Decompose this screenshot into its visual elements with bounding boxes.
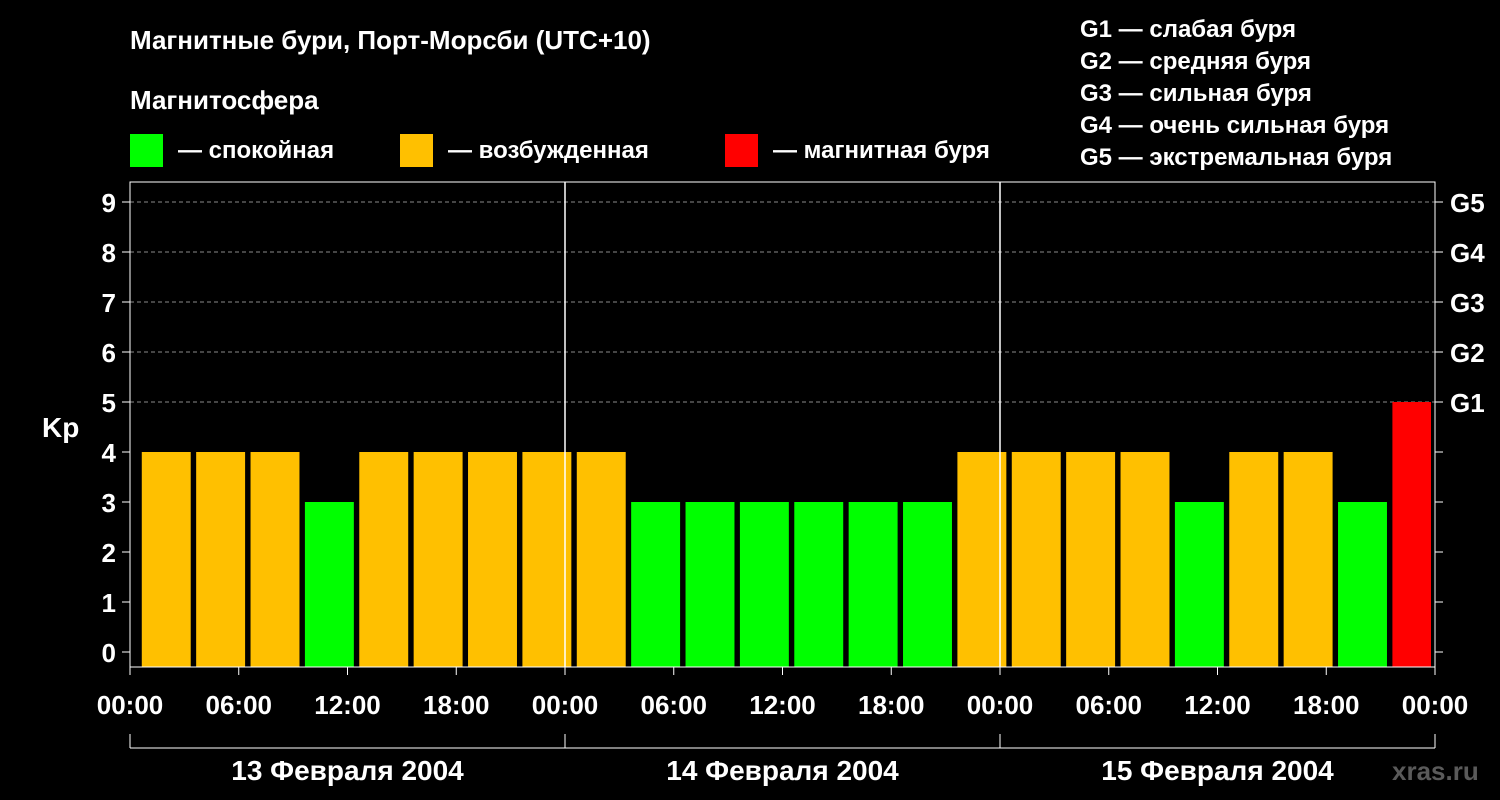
x-tick-label-2: 12:00 xyxy=(314,690,381,720)
x-tick-label-12: 00:00 xyxy=(1402,690,1469,720)
x-tick-label-7: 18:00 xyxy=(858,690,925,720)
y-tick-label-8: 8 xyxy=(102,238,116,268)
x-tick-label-1: 06:00 xyxy=(206,690,273,720)
day-label-0: 13 Февраля 2004 xyxy=(231,755,464,786)
bar-10 xyxy=(685,502,735,667)
legend-title: Магнитосфера xyxy=(130,85,319,115)
g-tick-label-3: G4 xyxy=(1450,238,1485,268)
watermark: xras.ru xyxy=(1392,756,1479,786)
x-tick-label-5: 06:00 xyxy=(641,690,708,720)
x-tick-label-8: 00:00 xyxy=(967,690,1034,720)
x-tick-label-6: 12:00 xyxy=(749,690,816,720)
y-tick-label-5: 5 xyxy=(102,388,116,418)
bar-22 xyxy=(1338,502,1387,667)
x-tick-label-0: 00:00 xyxy=(97,690,164,720)
legend-label-2: — магнитная буря xyxy=(773,137,990,164)
bar-4 xyxy=(359,452,409,667)
legend: — спокойная — возбужденная — магнитная бур… xyxy=(130,134,990,167)
y-tick-label-0: 0 xyxy=(102,638,116,668)
x-tick-label-10: 12:00 xyxy=(1184,690,1251,720)
bar-1 xyxy=(196,452,246,667)
legend-label-1: — возбужденная xyxy=(448,137,649,164)
g-legend-item-3: G4 — очень сильная буря xyxy=(1080,112,1389,139)
bar-11 xyxy=(739,502,789,667)
bar-15 xyxy=(957,452,1007,667)
bar-9 xyxy=(631,502,681,667)
bar-0 xyxy=(141,452,191,667)
legend-swatch-1 xyxy=(400,134,433,167)
day-labels: 13 Февраля 2004 14 Февраля 2004 15 Февраля… xyxy=(129,734,1436,786)
bar-12 xyxy=(794,502,844,667)
g-axis: G1 G2 G3 G4 G5 xyxy=(1435,188,1485,653)
grid xyxy=(130,201,1435,403)
y-tick-label-4: 4 xyxy=(102,438,117,468)
x-tick-label-9: 06:00 xyxy=(1076,690,1143,720)
y-tick-label-6: 6 xyxy=(102,338,116,368)
x-tick-label-4: 00:00 xyxy=(532,690,599,720)
y-tick-label-3: 3 xyxy=(102,488,116,518)
g-tick-label-4: G5 xyxy=(1450,188,1485,218)
bar-8 xyxy=(576,452,626,667)
bar-19 xyxy=(1174,502,1224,667)
g-legend-item-2: G3 — сильная буря xyxy=(1080,80,1312,107)
bars xyxy=(141,402,1431,667)
legend-swatch-2 xyxy=(725,134,758,167)
bar-6 xyxy=(468,452,517,667)
bar-3 xyxy=(304,502,354,667)
bar-17 xyxy=(1066,452,1116,667)
bar-20 xyxy=(1229,452,1279,667)
bar-14 xyxy=(903,502,952,667)
y-axis-label: Kp xyxy=(42,412,79,443)
y-axis: 0 1 2 3 4 5 6 7 8 9 xyxy=(102,188,130,668)
x-axis: 00:00 06:00 12:00 18:00 00:00 06:00 12:00 18:00… xyxy=(97,667,1469,720)
y-tick-label-1: 1 xyxy=(102,588,116,618)
x-tick-label-3: 18:00 xyxy=(423,690,490,720)
g-tick-label-1: G2 xyxy=(1450,338,1485,368)
y-tick-label-2: 2 xyxy=(102,538,116,568)
bar-7 xyxy=(522,452,572,667)
g-tick-label-0: G1 xyxy=(1450,388,1485,418)
chart-title: Магнитные бури, Порт-Морсби (UTC+10) xyxy=(130,25,651,55)
g-legend-item-1: G2 — средняя буря xyxy=(1080,48,1311,75)
bar-16 xyxy=(1011,452,1061,667)
day-label-2: 15 Февраля 2004 xyxy=(1101,755,1334,786)
y-tick-label-7: 7 xyxy=(102,288,116,318)
bar-5 xyxy=(413,452,463,667)
bar-21 xyxy=(1283,452,1333,667)
legend-swatch-0 xyxy=(130,134,163,167)
bar-13 xyxy=(848,502,898,667)
g-scale-legend: G1 — слабая буря G2 — средняя буря G3 — си… xyxy=(1080,16,1392,171)
x-tick-label-11: 18:00 xyxy=(1293,690,1360,720)
bar-18 xyxy=(1120,452,1170,667)
legend-label-0: — спокойная xyxy=(178,137,334,164)
y-tick-label-9: 9 xyxy=(102,188,116,218)
kp-chart: Магнитные бури, Порт-Морсби (UTC+10) Маг… xyxy=(42,16,1485,786)
bar-23 xyxy=(1392,402,1431,667)
g-legend-item-4: G5 — экстремальная буря xyxy=(1080,144,1392,171)
bar-2 xyxy=(250,452,300,667)
day-label-1: 14 Февраля 2004 xyxy=(666,755,899,786)
g-tick-label-2: G3 xyxy=(1450,288,1485,318)
g-legend-item-0: G1 — слабая буря xyxy=(1080,16,1296,43)
